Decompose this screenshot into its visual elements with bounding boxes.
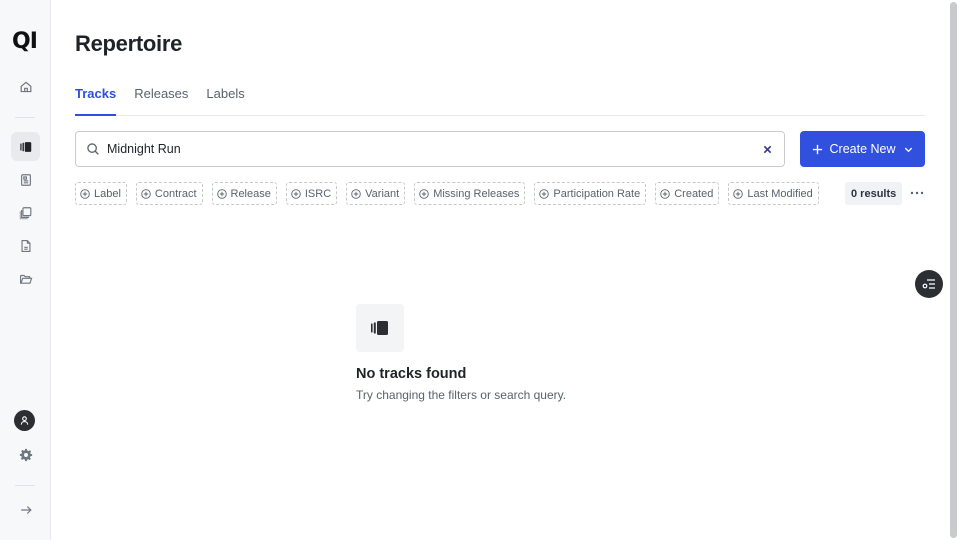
filter-chip-created[interactable]: Created [655,182,720,205]
file-icon [20,239,31,252]
plus-circle-icon [351,188,361,199]
search-box [75,131,785,167]
create-new-button[interactable]: Create New [800,131,925,167]
filter-chip-contract[interactable]: Contract [135,182,203,205]
stack-icon [19,206,31,219]
plus-circle-icon [80,188,90,199]
plus-circle-icon [216,188,227,199]
search-input[interactable] [107,142,760,156]
ellipsis-icon [910,191,924,195]
sidebar-divider-bottom [15,485,35,486]
create-new-label: Create New [829,142,896,156]
sidebar-item-file[interactable] [11,231,40,260]
sidebar-expand-button[interactable] [11,495,40,524]
filter-chip-last-modified[interactable]: Last Modified [728,182,819,205]
more-options-button[interactable] [909,186,925,200]
folder-icon [19,274,32,284]
main-content: Repertoire Tracks Releases Labels Create… [51,0,946,540]
clear-search-button[interactable] [760,142,774,156]
tab-tracks[interactable]: Tracks [75,84,117,116]
plus-circle-icon [660,188,670,199]
empty-state-title: No tracks found [356,366,467,382]
list-settings-icon [922,279,935,289]
filter-chip-label[interactable]: Label [75,182,127,205]
sidebar-item-folder[interactable] [11,264,40,293]
floating-view-options-button[interactable] [915,270,943,298]
sidebar-divider [15,117,35,118]
filter-chip-release[interactable]: Release [211,182,277,205]
chevron-down-icon [904,147,912,152]
plus-circle-icon [419,188,429,199]
plus-icon [812,144,822,154]
sidebar-item-tracks[interactable] [11,132,40,161]
empty-state-icon-box [356,304,404,352]
plus-circle-icon [539,188,550,199]
home-icon [20,81,31,92]
plus-circle-icon [733,188,744,199]
plus-circle-icon [291,188,301,199]
sidebar-item-documents[interactable] [11,165,40,194]
gear-icon [19,448,32,461]
empty-state-subtitle: Try changing the filters or search query… [356,388,567,402]
tab-bar: Tracks Releases Labels [75,84,925,116]
scrollbar-thumb[interactable] [950,2,957,538]
filter-bar: Label Contract Release ISRC Variant Miss… [75,182,819,205]
sidebar-item-home[interactable] [11,72,40,101]
tracks-icon [371,321,388,335]
filter-chip-isrc[interactable]: ISRC [285,182,338,205]
user-icon [20,416,29,425]
close-icon [763,145,771,153]
page-title: Repertoire [75,31,183,56]
app-logo[interactable]: QI [12,30,40,54]
tab-releases[interactable]: Releases [134,84,188,116]
tracks-icon [19,141,31,152]
filter-chip-missing-releases[interactable]: Missing Releases [414,182,526,205]
profile-avatar[interactable] [14,410,35,431]
filter-chip-variant[interactable]: Variant [346,182,406,205]
page-scrollbar[interactable] [946,0,960,540]
filter-chip-participation-rate[interactable]: Participation Rate [534,182,647,205]
sidebar-item-stack[interactable] [11,198,40,227]
sidebar-item-settings[interactable] [11,440,40,469]
search-icon [86,142,100,156]
sidebar: QI [0,0,51,540]
results-count-badge: 0 results [845,182,903,205]
plus-circle-icon [141,188,151,199]
document-icon [20,173,31,186]
tab-labels[interactable]: Labels [206,84,244,116]
arrow-right-icon [20,505,32,514]
